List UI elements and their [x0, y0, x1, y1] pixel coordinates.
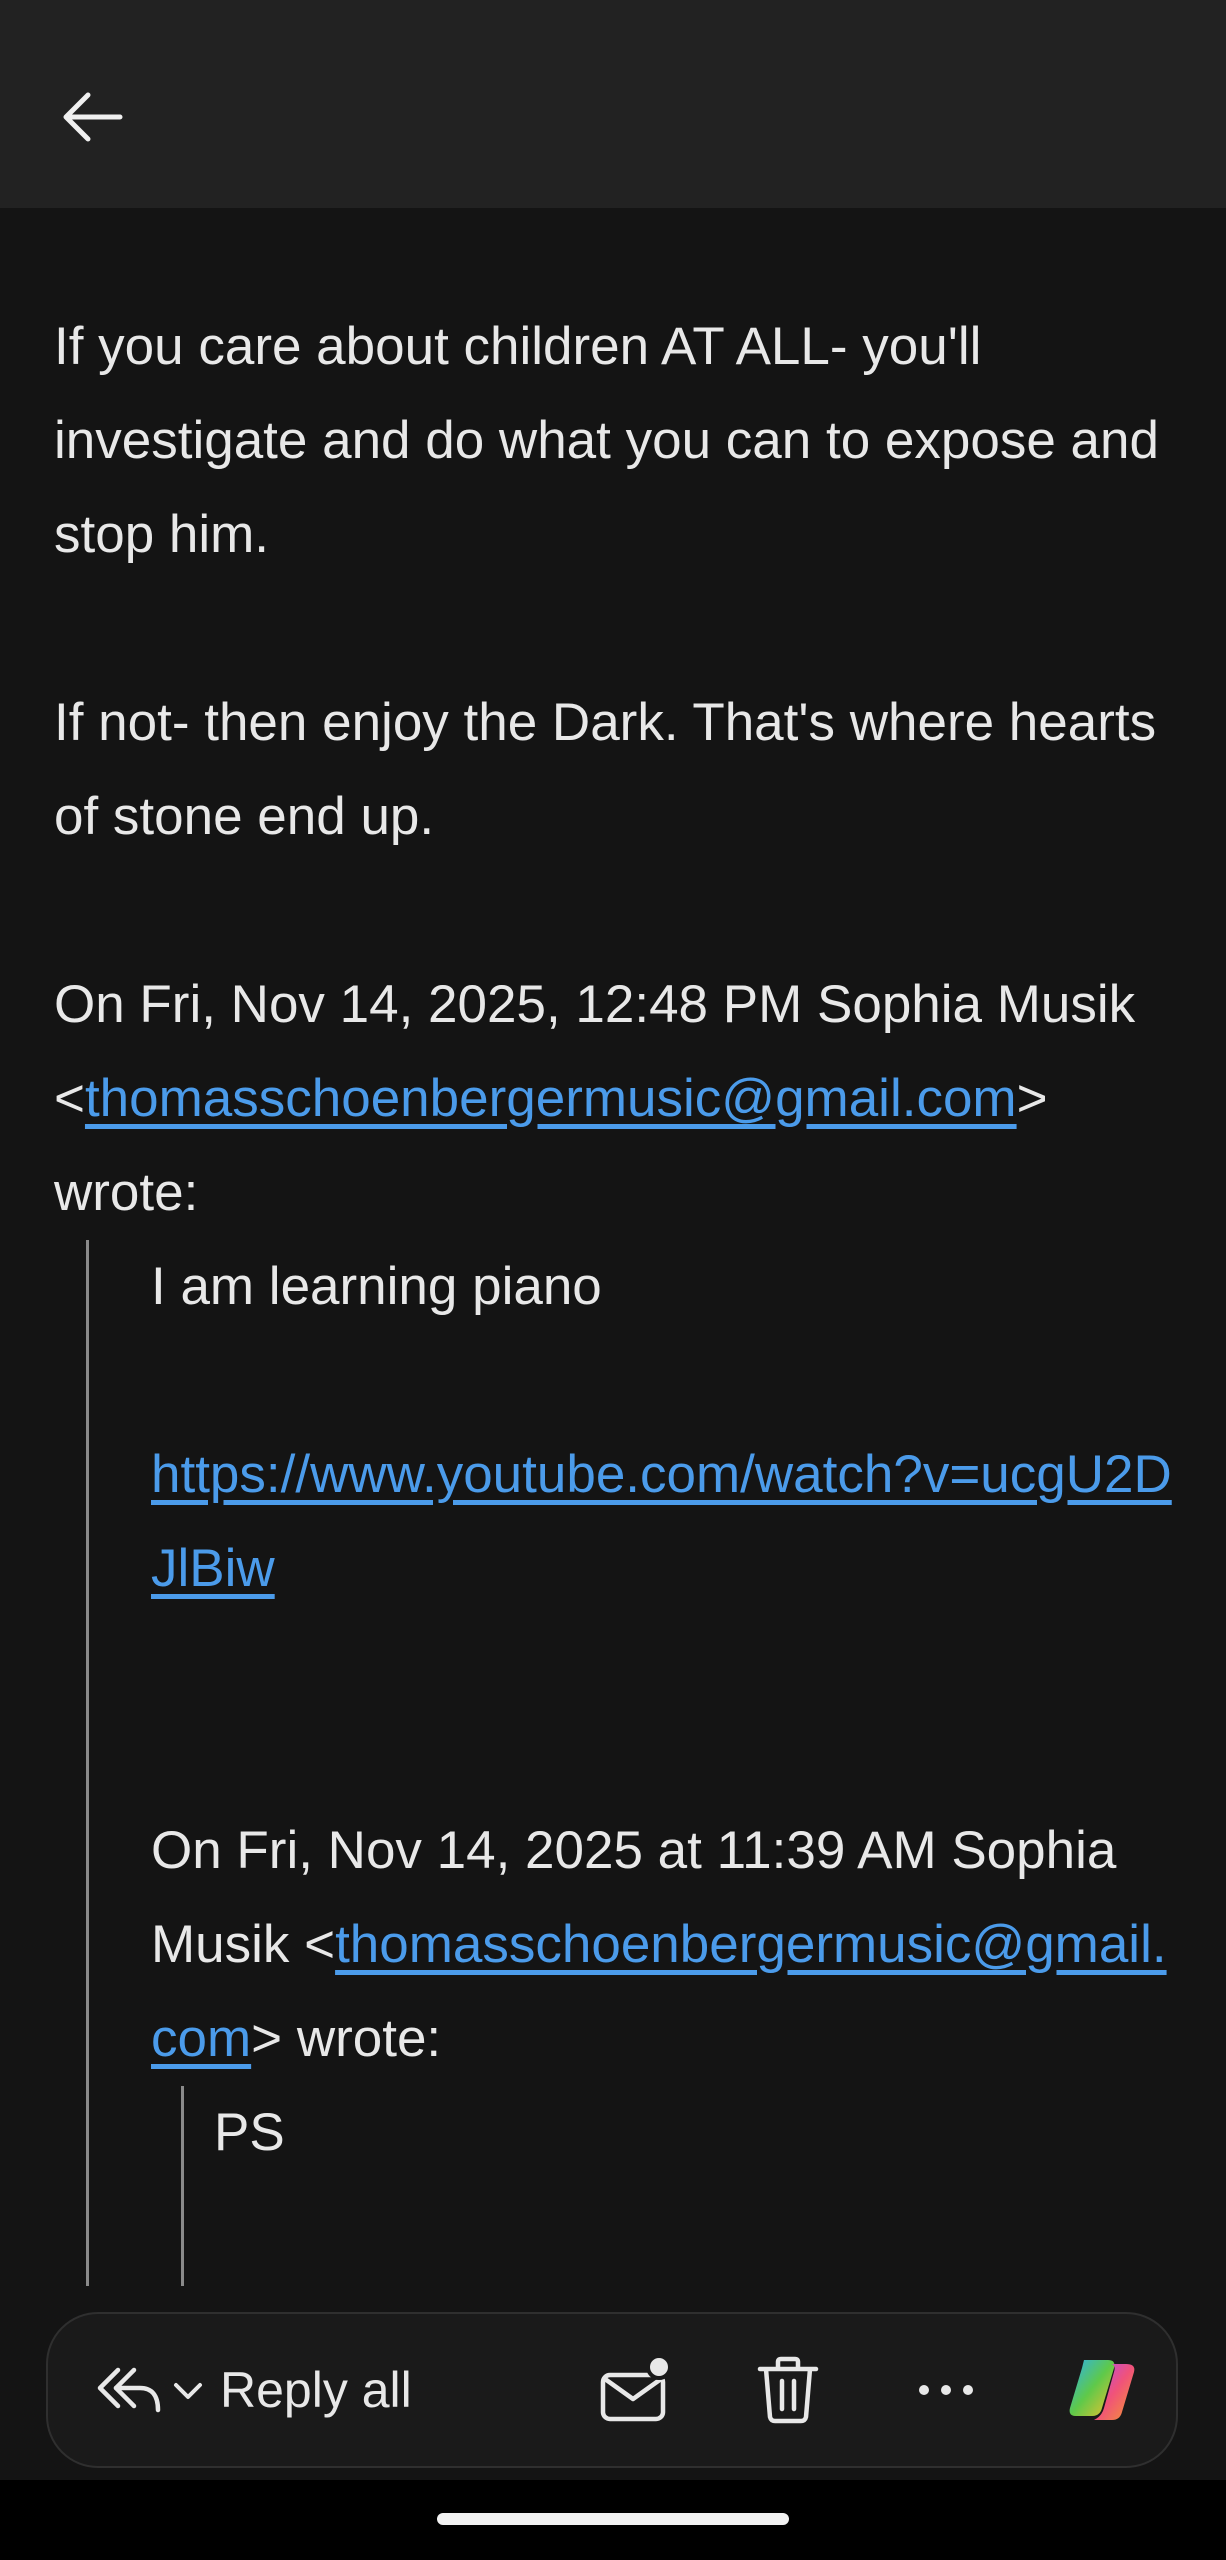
quote-header-nested: On Fri, Nov 14, 2025 at 11:39 AM Sophia … [151, 1804, 1184, 2086]
delete-button[interactable] [756, 2314, 820, 2466]
arrow-left-icon [63, 92, 123, 142]
quote-header: On Fri, Nov 14, 2025, 12:48 PM Sophia Mu… [54, 958, 1184, 1240]
mark-unread-icon [600, 2355, 672, 2422]
body-paragraph-2: If not- then enjoy the Dark. That's wher… [54, 693, 1157, 846]
delete-icon [757, 2356, 819, 2424]
sender-email-link[interactable]: thomasschoenbergermusic@gmail.com [85, 1069, 1017, 1128]
back-button[interactable] [48, 80, 136, 154]
home-indicator[interactable] [437, 2513, 789, 2525]
quoted-message: I am learning piano https://www.youtube.… [86, 1240, 1184, 2286]
reply-all-button[interactable]: Reply all [96, 2314, 412, 2466]
mark-unread-button[interactable] [598, 2314, 674, 2466]
copilot-icon [1069, 2360, 1135, 2420]
more-icon [919, 2385, 973, 2395]
nested-quoted-message: PS [181, 2086, 1184, 2286]
reply-all-icon [97, 2367, 161, 2413]
body-paragraph-1: If you care about children AT ALL- you'l… [54, 317, 1159, 564]
more-button[interactable] [916, 2314, 976, 2466]
reply-all-label: Reply all [220, 2362, 412, 2418]
youtube-link[interactable]: https://www.youtube.com/watch?v=ucgU2DJl… [151, 1445, 1172, 1598]
nested-quoted-text: PS [214, 2103, 285, 2162]
quoted-line: I am learning piano [151, 1257, 602, 1316]
copilot-button[interactable] [1064, 2314, 1140, 2466]
top-app-bar [0, 0, 1226, 208]
quote-header-2-suffix: > wrote: [251, 2009, 442, 2068]
action-toolbar: Reply all [46, 2312, 1178, 2468]
email-body: If you care about children AT ALL- you'l… [54, 300, 1184, 2286]
chevron-down-icon [174, 2383, 202, 2399]
